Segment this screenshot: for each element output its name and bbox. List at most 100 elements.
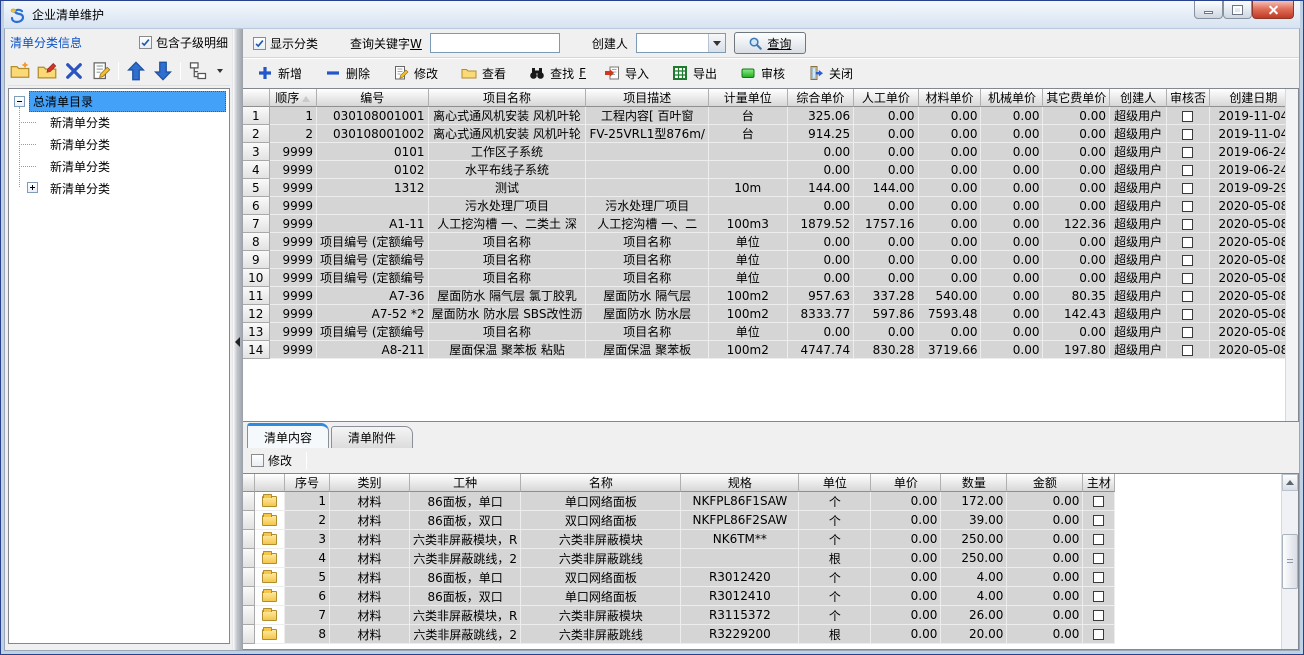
expand-expander-icon[interactable] <box>27 182 38 193</box>
cell-order[interactable]: 9999 <box>270 269 318 287</box>
cell-labor-price[interactable]: 597.86 <box>854 305 918 323</box>
import-button[interactable]: 导入 <box>604 65 654 82</box>
cell-gutter[interactable] <box>243 568 255 587</box>
cell-order[interactable]: 2 <box>270 125 318 143</box>
cell-category[interactable]: 材料 <box>330 530 410 549</box>
cell-project-desc[interactable]: 项目名称 <box>586 251 709 269</box>
cell-unit[interactable]: 个 <box>799 606 871 625</box>
cell-row-number[interactable]: 3 <box>243 143 270 161</box>
cell-project-desc[interactable] <box>586 161 709 179</box>
cell-machine-price[interactable]: 0.00 <box>981 233 1043 251</box>
cell-amount[interactable]: 0.00 <box>1007 530 1083 549</box>
cell-row-number[interactable]: 6 <box>243 197 270 215</box>
cell-row-number[interactable]: 14 <box>243 341 270 359</box>
cell-row-number[interactable]: 9 <box>243 251 270 269</box>
cell-spec[interactable]: R3115372 <box>681 606 799 625</box>
cell-item-icon[interactable] <box>255 625 285 644</box>
tree-root-item[interactable]: 总清单目录 <box>10 91 228 111</box>
cell-amount[interactable]: 0.00 <box>1007 587 1083 606</box>
cell-composite-price[interactable]: 144.00 <box>788 179 855 197</box>
cell-composite-price[interactable]: 957.63 <box>788 287 855 305</box>
close-button[interactable] <box>1252 1 1294 19</box>
cell-category[interactable]: 材料 <box>330 492 410 511</box>
cell-unit[interactable]: 单位 <box>709 323 788 341</box>
cell-creator[interactable]: 超级用户 <box>1110 233 1167 251</box>
cell-creator[interactable]: 超级用户 <box>1110 341 1167 359</box>
cell-material-price[interactable]: 0.00 <box>919 179 982 197</box>
cell-main-material[interactable] <box>1083 530 1115 549</box>
export-button[interactable]: 导出 <box>672 65 722 82</box>
cell-project-name[interactable]: 人工挖沟槽 一、二类土 深 <box>429 215 587 233</box>
table-row[interactable]: 109999项目编号 (定额编号项目名称项目名称单位0.000.000.000.… <box>243 269 1298 287</box>
cell-project-name[interactable]: 项目名称 <box>429 251 587 269</box>
cell-gutter[interactable] <box>243 549 255 568</box>
audited-header[interactable]: 审核否 <box>1167 89 1210 107</box>
seq-header[interactable]: 序号 <box>285 474 330 492</box>
cell-code[interactable]: 030108001001 <box>317 107 429 125</box>
cell-category[interactable]: 材料 <box>330 606 410 625</box>
cell-project-name[interactable]: 项目名称 <box>429 323 587 341</box>
cell-work-type[interactable]: 86面板，双口 <box>410 511 521 530</box>
cell-spec[interactable]: R3012410 <box>681 587 799 606</box>
tab-list-content[interactable]: 清单内容 <box>247 423 329 448</box>
row-checkbox[interactable] <box>1182 255 1193 266</box>
cell-row-number[interactable]: 13 <box>243 323 270 341</box>
cell-project-name[interactable]: 项目名称 <box>429 233 587 251</box>
cell-creator[interactable]: 超级用户 <box>1110 179 1167 197</box>
delete-button[interactable]: 删除 <box>325 65 375 82</box>
cell-amount[interactable]: 0.00 <box>1007 511 1083 530</box>
cell-order[interactable]: 9999 <box>270 287 318 305</box>
cell-composite-price[interactable]: 0.00 <box>788 251 855 269</box>
table-row[interactable]: 11030108001001离心式通风机安装 风机叶轮工程内容[ 百叶窗台325… <box>243 107 1298 125</box>
row-checkbox[interactable] <box>1093 591 1104 602</box>
order-header[interactable]: 顺序 <box>270 89 318 107</box>
cell-material-price[interactable]: 0.00 <box>919 215 982 233</box>
item-icon-header[interactable] <box>255 474 285 492</box>
cell-machine-price[interactable]: 0.00 <box>981 215 1043 233</box>
cell-amount[interactable]: 0.00 <box>1007 492 1083 511</box>
row-checkbox[interactable] <box>1093 572 1104 583</box>
cell-row-number[interactable]: 8 <box>243 233 270 251</box>
table-row[interactable]: 399990101工作区子系统0.000.000.000.000.00超级用户2… <box>243 143 1298 161</box>
cell-price[interactable]: 0.00 <box>871 625 941 644</box>
cell-composite-price[interactable]: 914.25 <box>788 125 855 143</box>
cell-audited[interactable] <box>1167 125 1210 143</box>
move-down-icon[interactable] <box>153 61 173 81</box>
dropdown-button[interactable] <box>708 34 725 52</box>
cell-item-icon[interactable] <box>255 568 285 587</box>
cell-project-desc[interactable] <box>586 179 709 197</box>
cell-other-price[interactable]: 142.43 <box>1043 305 1110 323</box>
cell-name[interactable]: 六类非屏蔽模块 <box>521 606 681 625</box>
cell-other-price[interactable]: 0.00 <box>1043 107 1110 125</box>
table-row[interactable]: 3材料六类非屏蔽模块，R六类非屏蔽模块NK6TM**个0.00250.000.0… <box>243 530 1115 549</box>
cell-audited[interactable] <box>1167 107 1210 125</box>
cell-project-name[interactable]: 屋面保温 聚苯板 粘贴 <box>429 341 587 359</box>
cell-project-name[interactable]: 工作区子系统 <box>429 143 587 161</box>
cell-category[interactable]: 材料 <box>330 511 410 530</box>
cell-spec[interactable]: R3012420 <box>681 568 799 587</box>
cell-order[interactable]: 9999 <box>270 161 318 179</box>
cell-project-desc[interactable]: 人工挖沟槽 一、二 <box>586 215 709 233</box>
table-row[interactable]: 2材料86面板，双口双口网络面板NKFPL86F2SAW个0.0039.000.… <box>243 511 1115 530</box>
cell-price[interactable]: 0.00 <box>871 511 941 530</box>
cell-gutter[interactable] <box>243 492 255 511</box>
cell-seq[interactable]: 4 <box>285 549 330 568</box>
cell-row-number[interactable]: 2 <box>243 125 270 143</box>
row-checkbox[interactable] <box>1182 327 1193 338</box>
cell-machine-price[interactable]: 0.00 <box>981 323 1043 341</box>
table-row[interactable]: 6材料86面板，双口单口网络面板R3012410个0.004.000.00 <box>243 587 1115 606</box>
tree-item[interactable]: 新清单分类 <box>10 133 228 155</box>
cell-composite-price[interactable]: 0.00 <box>788 233 855 251</box>
cell-other-price[interactable]: 197.80 <box>1043 341 1110 359</box>
cell-audited[interactable] <box>1167 269 1210 287</box>
cell-price[interactable]: 0.00 <box>871 587 941 606</box>
cell-unit[interactable]: 10m <box>709 179 788 197</box>
tree-layout-icon[interactable] <box>188 61 208 81</box>
table-row[interactable]: 8材料六类非屏蔽跳线，2六类非屏蔽跳线R3229200根0.0020.000.0… <box>243 625 1115 644</box>
cell-composite-price[interactable]: 0.00 <box>788 323 855 341</box>
cell-machine-price[interactable]: 0.00 <box>981 287 1043 305</box>
cell-name[interactable]: 单口网络面板 <box>521 587 681 606</box>
cell-main-material[interactable] <box>1083 492 1115 511</box>
table-row[interactable]: 7材料六类非屏蔽模块，R六类非屏蔽模块R3115372个0.0026.000.0… <box>243 606 1115 625</box>
cell-project-desc[interactable]: 项目名称 <box>586 233 709 251</box>
